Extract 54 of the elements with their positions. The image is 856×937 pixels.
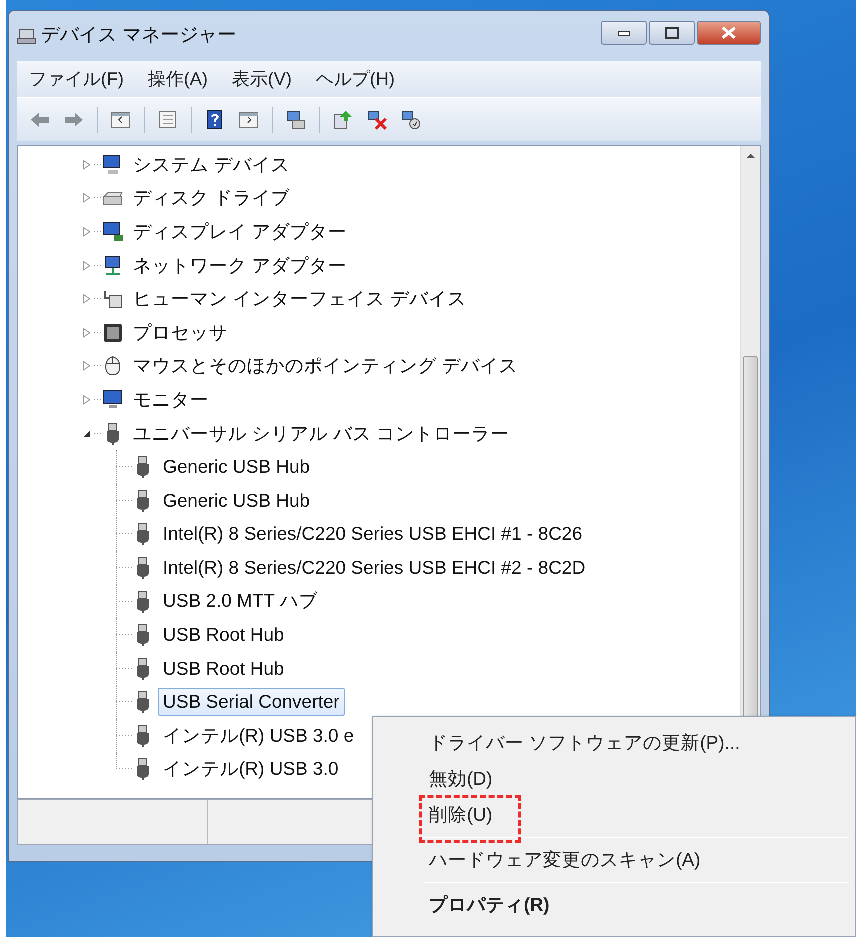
menu-item[interactable]: ハードウェア変更のスキャン(A) xyxy=(377,842,851,878)
device-update-icon xyxy=(332,108,354,130)
monitor-icon xyxy=(102,388,124,411)
tree-line xyxy=(94,297,102,302)
tree-item[interactable]: ヒューマン インターフェイス デバイス xyxy=(128,285,472,314)
tree-item[interactable]: ネットワーク アダプター xyxy=(128,252,352,280)
tree-item[interactable]: システム デバイス xyxy=(128,150,296,179)
tree-item[interactable]: ユニバーサル シリアル バス コントローラー xyxy=(128,420,514,448)
tree-line xyxy=(94,230,102,234)
maximize-button[interactable] xyxy=(649,21,695,45)
menu-item[interactable]: ヘルプ(H) xyxy=(304,66,407,92)
menu-item[interactable]: ドライバー ソフトウェアの更新(P)... xyxy=(377,725,851,761)
tree-item[interactable]: プロセッサ xyxy=(128,318,233,347)
tree-line xyxy=(94,162,102,167)
chip-icon xyxy=(102,322,124,344)
tree-item[interactable]: USB Root Hub xyxy=(158,621,290,650)
menu-item[interactable]: 無効(D) xyxy=(377,761,851,797)
menu-item[interactable]: 操作(A) xyxy=(136,66,220,92)
tree-item[interactable]: Generic USB Hub xyxy=(158,453,316,482)
list-pane-icon xyxy=(157,108,179,130)
device-remove-icon xyxy=(366,108,388,130)
menu-item[interactable]: 表示(V) xyxy=(220,66,304,92)
tree-line xyxy=(94,196,102,200)
tree-line xyxy=(94,330,102,335)
menu-item[interactable]: ファイル(F) xyxy=(17,66,136,92)
scroll-up-arrow-icon xyxy=(746,154,754,158)
menu-item[interactable]: 削除(U) xyxy=(377,797,851,833)
maximize-icon xyxy=(665,27,679,39)
tree-item[interactable]: マウスとそのほかのポインティング デバイス xyxy=(128,352,524,380)
tree-line xyxy=(94,264,102,268)
tree-item[interactable]: Intel(R) 8 Series/C220 Series USB EHCI #1 - 8C26 xyxy=(158,520,588,548)
menu-item[interactable]: プロパティ(R) xyxy=(377,887,851,923)
computer-scan-icon xyxy=(285,108,307,130)
tree-item[interactable]: Intel(R) 8 Series/C220 Series USB EHCI #2 - 8C2D xyxy=(158,554,591,582)
tree-line xyxy=(94,398,102,402)
close-icon xyxy=(722,27,736,39)
tree-item[interactable]: Generic USB Hub xyxy=(158,486,316,515)
tree-item[interactable]: USB Root Hub xyxy=(158,654,290,683)
close-button[interactable] xyxy=(697,21,761,45)
keyboard-icon xyxy=(102,288,124,310)
tree-item[interactable]: USB 2.0 MTT ハブ xyxy=(158,587,323,616)
tree-line xyxy=(94,432,102,436)
tree-item[interactable]: ディスプレイ アダプター xyxy=(128,218,352,246)
minimize-button[interactable] xyxy=(601,21,647,45)
device-disable-icon xyxy=(400,108,422,130)
tree-item[interactable]: インテル(R) USB 3.0 xyxy=(158,755,344,784)
tree-item[interactable]: USB Serial Converter xyxy=(158,688,345,716)
tree-line xyxy=(94,364,102,368)
minimize-icon xyxy=(618,30,630,36)
tree-item[interactable]: ディスク ドライブ xyxy=(128,184,296,212)
display-adapter-icon xyxy=(102,220,124,243)
window-title: デバイス マネージャー xyxy=(41,24,236,48)
tree-item[interactable]: モニター xyxy=(128,386,214,414)
tree-item[interactable]: インテル(R) USB 3.0 e xyxy=(158,722,360,750)
